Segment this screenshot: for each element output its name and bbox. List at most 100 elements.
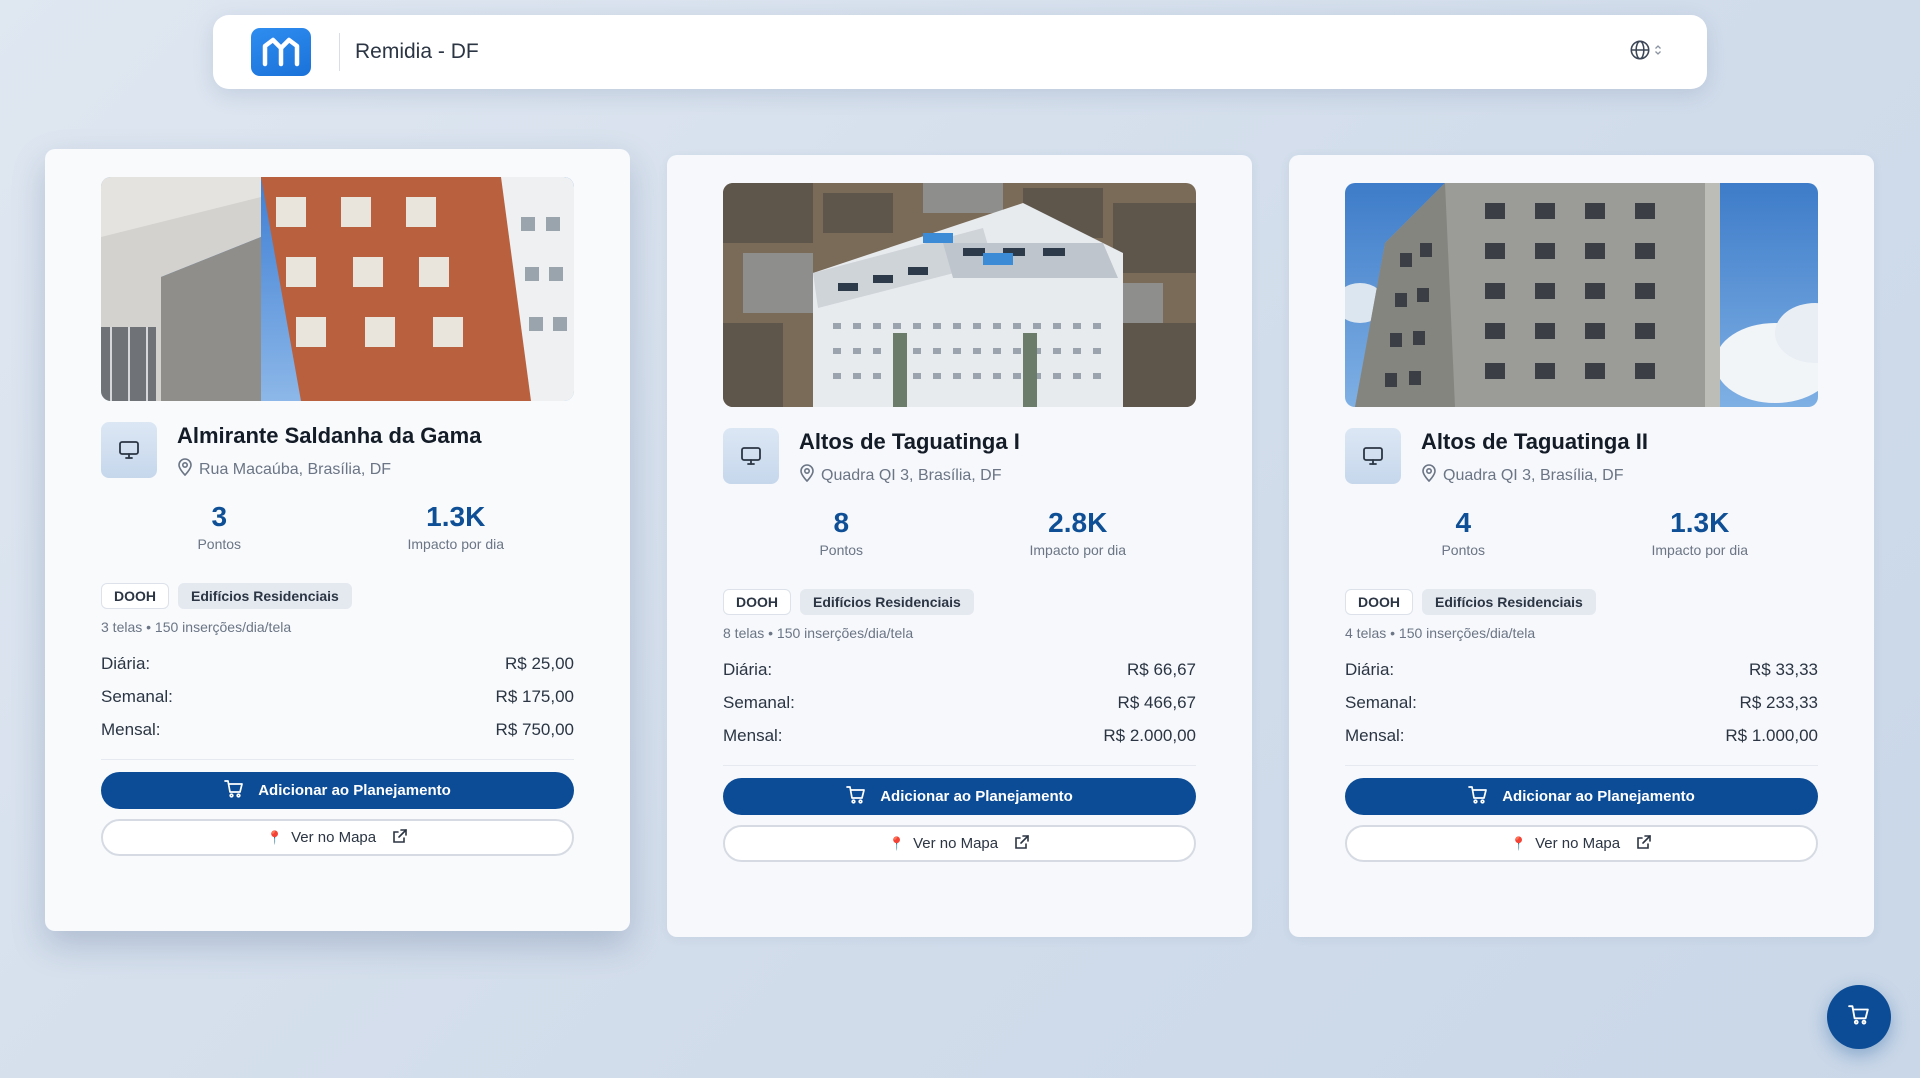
price-label: Semanal:: [1345, 692, 1417, 712]
price-list: Diária: R$ 33,33 Semanal: R$ 233,33 Mensal…: [1345, 653, 1818, 752]
map-pin-icon: [177, 458, 193, 481]
price-weekly: Semanal: R$ 233,33: [1345, 686, 1818, 719]
cart-icon: [1848, 1004, 1870, 1030]
stats: 3 Pontos 1.3K Impacto por dia: [101, 502, 574, 562]
add-to-plan-button[interactable]: Adicionar ao Planejamento: [101, 772, 574, 809]
card-address: Rua Macaúba, Brasília, DF: [177, 458, 481, 481]
stat-points: 8 Pontos: [723, 508, 960, 568]
tag-dooh: DOOH: [723, 589, 791, 615]
stat-value: 2.8K: [1048, 507, 1108, 538]
stat-points: 3 Pontos: [101, 502, 338, 562]
view-map-button[interactable]: 📍 Ver no Mapa: [101, 819, 574, 856]
price-label: Mensal:: [723, 725, 783, 745]
card-title: Altos de Taguatinga II: [1421, 429, 1648, 454]
add-to-plan-label: Adicionar ao Planejamento: [258, 782, 451, 799]
stat-impact: 1.3K Impacto por dia: [1582, 508, 1819, 568]
add-to-plan-label: Adicionar ao Planejamento: [1502, 788, 1695, 805]
add-to-plan-button[interactable]: Adicionar ao Planejamento: [1345, 778, 1818, 815]
tag-category: Edifícios Residenciais: [800, 589, 974, 615]
view-map-button[interactable]: 📍 Ver no Mapa: [1345, 825, 1818, 862]
divider: [723, 765, 1196, 766]
stat-value: 3: [211, 501, 228, 532]
address-text: Quadra QI 3, Brasília, DF: [1443, 466, 1624, 484]
location-card: Almirante Saldanha da Gama Rua Macaúba, …: [45, 149, 630, 931]
price-weekly: Semanal: R$ 466,67: [723, 686, 1196, 719]
stat-label: Impacto por dia: [1651, 542, 1749, 558]
external-link-icon: [1636, 834, 1652, 854]
header-divider: [339, 33, 340, 71]
price-daily: Diária: R$ 33,33: [1345, 653, 1818, 686]
remidia-logo-icon[interactable]: [251, 28, 311, 76]
screen-meta: 3 telas • 150 inserções/dia/tela: [101, 619, 292, 635]
view-map-button[interactable]: 📍 Ver no Mapa: [723, 825, 1196, 862]
stat-label: Impacto por dia: [1029, 542, 1127, 558]
view-map-label: Ver no Mapa: [291, 829, 377, 846]
price-label: Diária:: [101, 653, 151, 673]
stat-impact: 2.8K Impacto por dia: [960, 508, 1197, 568]
price-label: Mensal:: [101, 719, 161, 739]
price-monthly: Mensal: R$ 1.000,00: [1345, 719, 1818, 752]
pushpin-icon: 📍: [888, 835, 906, 851]
view-map-label: Ver no Mapa: [913, 835, 999, 852]
price-value: R$ 233,33: [1739, 692, 1818, 712]
price-value: R$ 25,00: [505, 653, 574, 673]
divider: [101, 759, 574, 760]
location-card: Altos de Taguatinga II Quadra QI 3, Bras…: [1289, 155, 1874, 937]
price-value: R$ 750,00: [495, 719, 574, 739]
price-monthly: Mensal: R$ 2.000,00: [723, 719, 1196, 752]
price-value: R$ 466,67: [1117, 692, 1196, 712]
stat-label: Pontos: [819, 542, 864, 558]
view-map-label: Ver no Mapa: [1535, 835, 1621, 852]
building-photo: [1345, 183, 1818, 407]
stat-impact: 1.3K Impacto por dia: [338, 502, 575, 562]
globe-icon: [1629, 39, 1651, 66]
price-monthly: Mensal: R$ 750,00: [101, 713, 574, 746]
price-value: R$ 66,67: [1127, 659, 1196, 679]
map-pin-icon: [799, 464, 815, 487]
stats: 8 Pontos 2.8K Impacto por dia: [723, 508, 1196, 568]
external-link-icon: [1014, 834, 1030, 854]
address-text: Quadra QI 3, Brasília, DF: [821, 466, 1002, 484]
monitor-icon: [1345, 428, 1401, 484]
stat-points: 4 Pontos: [1345, 508, 1582, 568]
price-daily: Diária: R$ 66,67: [723, 653, 1196, 686]
add-to-plan-label: Adicionar ao Planejamento: [880, 788, 1073, 805]
screen-meta: 8 telas • 150 inserções/dia/tela: [723, 625, 914, 641]
monitor-icon: [723, 428, 779, 484]
screen-meta: 4 telas • 150 inserções/dia/tela: [1345, 625, 1536, 641]
cart-icon: [224, 779, 244, 802]
cart-icon: [1468, 785, 1488, 808]
price-label: Semanal:: [723, 692, 795, 712]
price-list: Diária: R$ 25,00 Semanal: R$ 175,00 Mensal…: [101, 647, 574, 746]
page-title: Remidia - DF: [355, 40, 479, 63]
building-photo: [723, 183, 1196, 407]
language-selector[interactable]: [1617, 33, 1673, 71]
price-weekly: Semanal: R$ 175,00: [101, 680, 574, 713]
cart-icon: [846, 785, 866, 808]
stat-value: 8: [833, 507, 850, 538]
pushpin-icon: 📍: [266, 829, 284, 845]
add-to-plan-button[interactable]: Adicionar ao Planejamento: [723, 778, 1196, 815]
address-text: Rua Macaúba, Brasília, DF: [199, 460, 392, 478]
tag-dooh: DOOH: [1345, 589, 1413, 615]
tags: DOOH Edifícios Residenciais: [1345, 589, 1818, 615]
monitor-icon: [101, 422, 157, 478]
tag-category: Edifícios Residenciais: [178, 583, 352, 609]
location-card: Altos de Taguatinga I Quadra QI 3, Brasí…: [667, 155, 1252, 937]
stat-label: Pontos: [197, 536, 242, 552]
price-value: R$ 2.000,00: [1103, 725, 1196, 745]
map-pin-icon: [1421, 464, 1437, 487]
cart-fab-button[interactable]: [1827, 985, 1891, 1049]
stat-value: 1.3K: [426, 501, 486, 532]
price-label: Semanal:: [101, 686, 173, 706]
stat-value: 1.3K: [1670, 507, 1730, 538]
price-value: R$ 1.000,00: [1725, 725, 1818, 745]
tag-category: Edifícios Residenciais: [1422, 589, 1596, 615]
price-label: Diária:: [1345, 659, 1395, 679]
chevron-updown-icon: [1654, 43, 1662, 61]
card-address: Quadra QI 3, Brasília, DF: [1421, 464, 1648, 487]
stats: 4 Pontos 1.3K Impacto por dia: [1345, 508, 1818, 568]
price-value: R$ 175,00: [495, 686, 574, 706]
top-bar: Remidia - DF: [213, 15, 1707, 89]
price-daily: Diária: R$ 25,00: [101, 647, 574, 680]
